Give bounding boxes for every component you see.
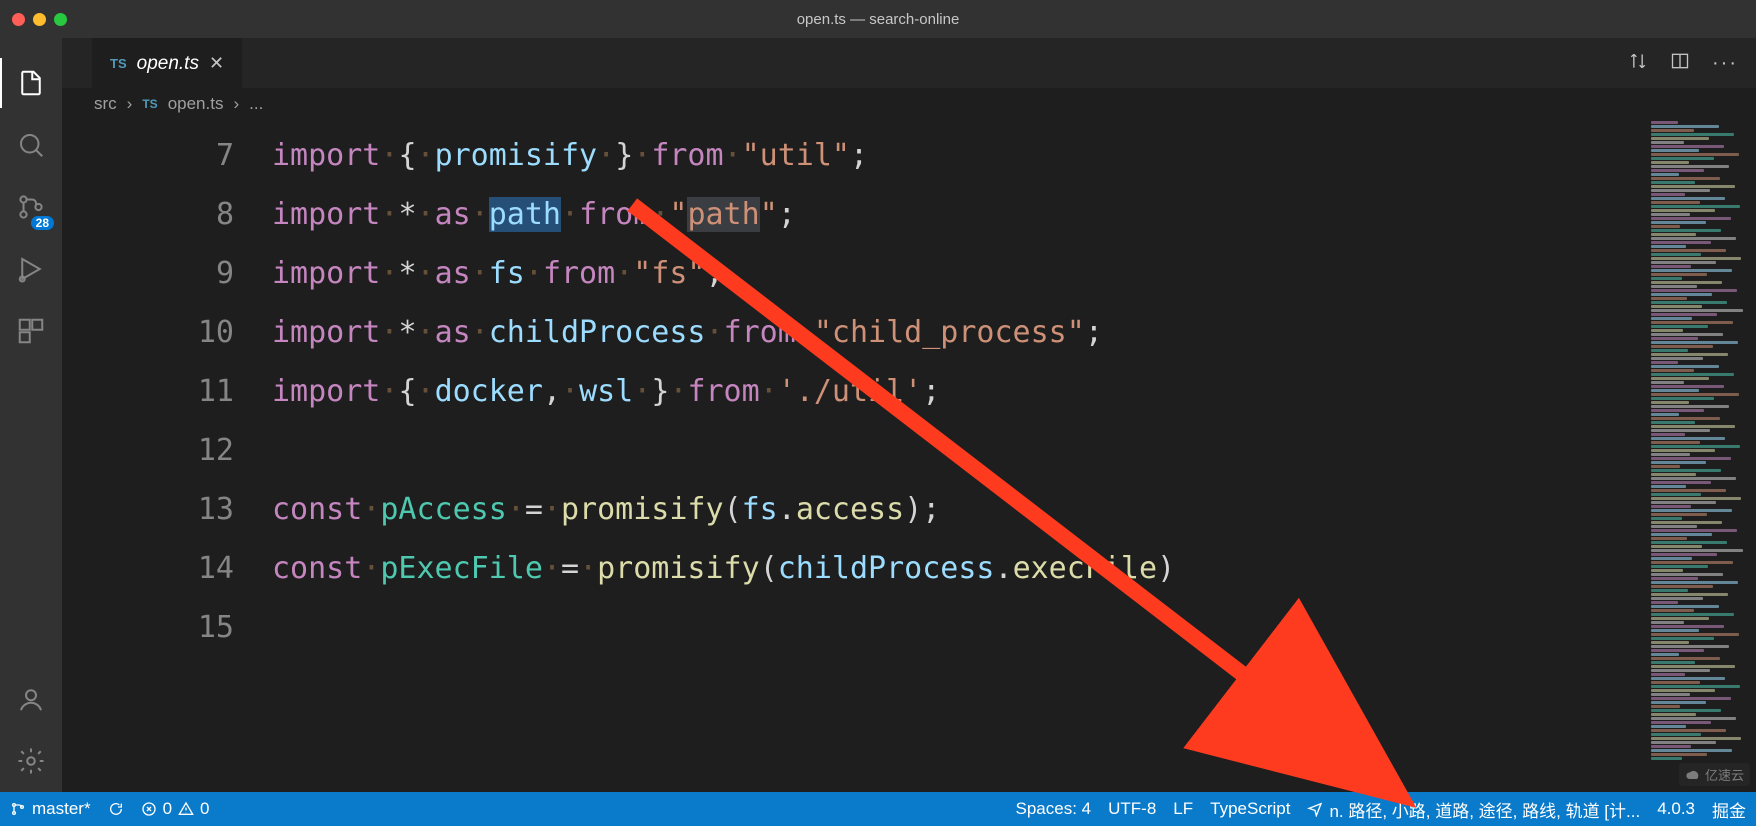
breadcrumb-seg-src[interactable]: src [94,94,117,114]
code-line[interactable]: 7import·{·promisify·}·from·"util"; [62,126,1646,185]
version-status[interactable]: 4.0.3 [1657,799,1695,819]
line-number: 10 [62,303,272,362]
line-content[interactable]: import·*·as·fs·from·"fs"; [272,244,1646,303]
code-line[interactable]: 8import·*·as·path·from·"path"; [62,185,1646,244]
line-content[interactable]: import·{·docker,·wsl·}·from·'./util'; [272,362,1646,421]
scm-badge: 28 [31,216,54,230]
line-number: 7 [62,126,272,185]
breadcrumb-seg-file[interactable]: open.ts [168,94,224,114]
account-icon[interactable] [0,668,62,730]
line-content[interactable]: import·*·as·childProcess·from·"child_pro… [272,303,1646,362]
indentation-status[interactable]: Spaces: 4 [1016,799,1092,819]
code-area: 7import·{·promisify·}·from·"util";8impor… [62,120,1756,792]
line-number: 11 [62,362,272,421]
editor-column: TS open.ts ✕ ··· src › TS open.ts › ... … [62,38,1756,792]
run-debug-icon[interactable] [0,238,62,300]
activity-bar: 28 [0,38,62,792]
git-branch-status[interactable]: master* [10,799,91,819]
encoding-status[interactable]: UTF-8 [1108,799,1156,819]
translation-text: n. 路径, 小路, 道路, 途径, 路线, 轨道 [计... [1329,797,1640,822]
extensions-icon[interactable] [0,300,62,362]
tab-filename: open.ts [137,53,199,75]
code-line[interactable]: 12 [62,421,1646,480]
tab-open-ts[interactable]: TS open.ts ✕ [92,38,242,88]
line-content[interactable] [272,421,1646,480]
line-number: 13 [62,480,272,539]
window-title: open.ts — search-online [0,11,1756,28]
compare-icon[interactable] [1628,51,1648,76]
more-actions-icon[interactable]: ··· [1712,52,1738,75]
chevron-right-icon: › [127,94,133,114]
branch-name: master* [32,799,91,819]
line-content[interactable]: import·*·as·path·from·"path"; [272,185,1646,244]
line-number: 8 [62,185,272,244]
title-bar: open.ts — search-online [0,0,1756,38]
watermark-text: 亿速云 [1705,765,1744,784]
eol-status[interactable]: LF [1173,799,1193,819]
line-number: 12 [62,421,272,480]
line-content[interactable] [272,598,1646,657]
line-number: 15 [62,598,272,657]
explorer-icon[interactable] [0,52,62,114]
file-type-icon: TS [142,97,157,111]
warning-count: 0 [200,799,209,819]
code-editor[interactable]: 7import·{·promisify·}·from·"util";8impor… [62,120,1646,792]
editor-actions: ··· [1628,38,1756,88]
status-extra[interactable]: 掘金 [1712,797,1746,822]
code-line[interactable]: 10import·*·as·childProcess·from·"child_p… [62,303,1646,362]
breadcrumb[interactable]: src › TS open.ts › ... [62,88,1756,120]
search-icon[interactable] [0,114,62,176]
tab-bar: TS open.ts ✕ ··· [62,38,1756,88]
settings-gear-icon[interactable] [0,730,62,792]
minimap[interactable] [1646,120,1756,792]
close-tab-icon[interactable]: ✕ [209,53,224,74]
watermark: 亿速云 [1679,763,1750,786]
line-content[interactable]: const·pAccess·=·promisify(fs.access); [272,480,1646,539]
file-type-icon: TS [110,56,127,71]
code-line[interactable]: 9import·*·as·fs·from·"fs"; [62,244,1646,303]
sync-icon[interactable] [108,801,124,817]
breadcrumb-seg-more[interactable]: ... [249,94,263,114]
code-line[interactable]: 11import·{·docker,·wsl·}·from·'./util'; [62,362,1646,421]
source-control-icon[interactable]: 28 [0,176,62,238]
main-area: 28 TS open.ts ✕ ··· [0,38,1756,792]
problems-status[interactable]: 0 0 [141,799,210,819]
translation-status[interactable]: n. 路径, 小路, 道路, 途径, 路线, 轨道 [计... [1307,797,1640,822]
status-bar: master* 0 0 Spaces: 4 UTF-8 LF TypeScrip… [0,792,1756,826]
line-content[interactable]: const·pExecFile·=·promisify(childProcess… [272,539,1646,598]
code-line[interactable]: 14const·pExecFile·=·promisify(childProce… [62,539,1646,598]
chevron-right-icon: › [233,94,239,114]
line-number: 9 [62,244,272,303]
code-line[interactable]: 15 [62,598,1646,657]
error-count: 0 [163,799,172,819]
code-line[interactable]: 13const·pAccess·=·promisify(fs.access); [62,480,1646,539]
line-number: 14 [62,539,272,598]
split-editor-icon[interactable] [1670,51,1690,76]
language-mode-status[interactable]: TypeScript [1210,799,1290,819]
line-content[interactable]: import·{·promisify·}·from·"util"; [272,126,1646,185]
